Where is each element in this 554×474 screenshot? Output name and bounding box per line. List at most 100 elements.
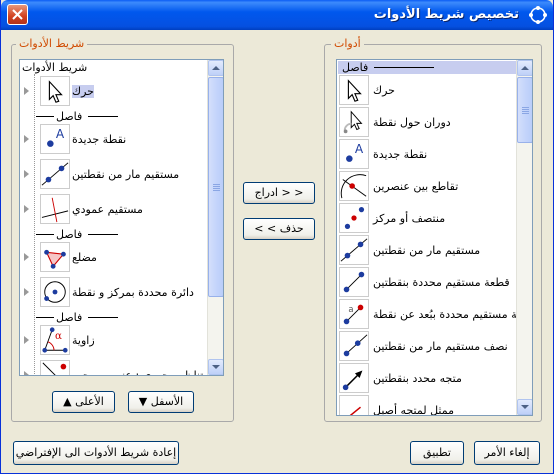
arrow-down-icon: ▼ xyxy=(138,395,148,408)
separator-line xyxy=(88,116,118,117)
tool-icon-box xyxy=(339,107,369,137)
apply-button[interactable]: تطبيق xyxy=(410,441,464,465)
tree-root[interactable]: شريط الأدوات xyxy=(22,61,207,74)
separator-item[interactable]: فاصل xyxy=(338,61,516,74)
toolbar-tool-item[interactable]: دائرة محددة بمركز و نقطة xyxy=(20,276,208,310)
available-tool-item[interactable]: A نقطة جديدة xyxy=(337,139,517,173)
separator-item[interactable]: فاصل xyxy=(36,228,206,241)
svg-text:A: A xyxy=(56,127,65,141)
toolbar-tool-item[interactable]: مضلع xyxy=(20,241,208,275)
tool-label: قطعة مستقيم محددة ببُعد عن نقطة xyxy=(373,308,518,321)
available-tool-item[interactable]: حرك xyxy=(337,75,517,109)
toolbar-groupbox: شريط الأدوات شريط الأدوات حرك فاصل A نقطة ج… xyxy=(11,37,234,422)
tool-icon-box xyxy=(339,75,369,105)
tool-label: حرك xyxy=(373,84,395,97)
tools-legend: أدوات xyxy=(331,37,364,50)
toolbar-tool-item[interactable]: α زاوية xyxy=(20,324,208,358)
expand-arrow-icon[interactable] xyxy=(24,288,29,296)
ray-icon xyxy=(343,334,368,357)
toolbar-tool-item[interactable]: مستقيم عمودي xyxy=(20,193,208,227)
separator-item[interactable]: فاصل xyxy=(36,110,206,123)
perpendicular-line-icon xyxy=(41,197,69,223)
tool-label: مضلع xyxy=(72,251,97,264)
available-tool-item[interactable]: منتصف أو مركز xyxy=(337,203,517,237)
tool-label: مستقيم مار من نقطتين xyxy=(72,168,180,181)
title-bar: تخصيص شريط الأدوات xyxy=(1,0,553,30)
toolbar-tree-content: شريط الأدوات حرك فاصل A نقطة جديدة مستقيم ما… xyxy=(20,60,209,375)
intersect-two-objects-icon xyxy=(340,174,367,199)
separator-label: فاصل xyxy=(56,311,83,324)
tools-list[interactable]: فاصل حرك دوران حول نقطة A نقطة جديدة تقاطع بي… xyxy=(336,59,533,416)
app-icon xyxy=(529,6,547,24)
tools-scrollbar[interactable] xyxy=(516,60,532,415)
tools-items: فاصل حرك دوران حول نقطة A نقطة جديدة تقاطع بي… xyxy=(337,60,518,415)
tool-icon-box xyxy=(40,242,70,272)
tool-label: متجه محدد بنقطتين xyxy=(373,372,462,385)
scroll-up-button[interactable] xyxy=(517,60,532,76)
insert-button[interactable]: < < ادراج xyxy=(243,182,315,204)
scroll-thumb[interactable] xyxy=(517,77,532,143)
tool-label: دائرة محددة بمركز و نقطة xyxy=(72,286,194,299)
available-tool-item[interactable]: دوران حول نقطة xyxy=(337,107,517,141)
toolbar-tool-item[interactable]: A نقطة جديدة xyxy=(20,123,208,157)
tool-label: تقاطع بين عنصرين xyxy=(373,180,459,193)
remove-button-label: حذف > > xyxy=(254,222,304,235)
available-tool-item[interactable]: قطعة مستقيم محددة بنقطتين xyxy=(337,267,517,301)
tool-icon-box xyxy=(40,159,70,189)
toolbar-scrollbar[interactable] xyxy=(207,60,223,375)
tool-icon-box xyxy=(339,203,369,233)
new-point-icon: A xyxy=(346,142,364,162)
move-up-button[interactable]: الأعلى ▲ xyxy=(52,391,115,413)
toolbar-tool-item[interactable]: تناظر محوري : عنصر , محور xyxy=(20,359,208,375)
toolbar-tool-item[interactable]: حرك xyxy=(20,75,208,109)
midpoint-icon xyxy=(344,206,365,230)
separator-line xyxy=(36,234,54,235)
scroll-up-button[interactable] xyxy=(208,60,223,76)
tool-label: نصف مستقيم مار من نقطتين xyxy=(373,340,508,353)
scroll-down-button[interactable] xyxy=(208,359,223,375)
expand-arrow-icon[interactable] xyxy=(24,253,29,261)
expand-arrow-icon[interactable] xyxy=(24,336,29,344)
tool-icon-box xyxy=(339,235,369,265)
available-tool-item[interactable]: نصف مستقيم مار من نقطتين xyxy=(337,331,517,365)
move-down-button[interactable]: الأسفل ▼ xyxy=(128,391,194,413)
tools-groupbox: أدوات فاصل حرك دوران حول نقطة A نقطة جديدة تق… xyxy=(324,37,542,422)
available-tool-item[interactable]: تقاطع بين عنصرين xyxy=(337,171,517,205)
move-up-label: الأعلى xyxy=(75,395,104,408)
expand-arrow-icon[interactable] xyxy=(24,135,29,143)
available-tool-item[interactable]: متجه محدد بنقطتين xyxy=(337,363,517,397)
expand-arrow-icon[interactable] xyxy=(24,205,29,213)
move-arrow-icon xyxy=(48,80,63,103)
tool-icon-box xyxy=(339,171,369,201)
available-tool-item[interactable]: a قطعة مستقيم محددة ببُعد عن نقطة xyxy=(337,299,518,333)
remove-button[interactable]: حذف > > xyxy=(243,218,315,240)
expand-arrow-icon[interactable] xyxy=(24,371,29,375)
move-arrow-icon xyxy=(347,79,362,102)
tool-icon-box xyxy=(339,395,369,415)
separator-item[interactable]: فاصل xyxy=(36,311,206,324)
toolbar-tree[interactable]: شريط الأدوات حرك فاصل A نقطة جديدة مستقيم ما… xyxy=(19,59,224,376)
expand-arrow-icon[interactable] xyxy=(24,87,29,95)
separator-line xyxy=(36,317,54,318)
insert-button-label: < < ادراج xyxy=(254,186,304,199)
tool-label: زاوية xyxy=(72,334,95,347)
tool-icon-box xyxy=(40,194,70,224)
available-tool-item[interactable]: مستقيم مار من نقطتين xyxy=(337,235,517,269)
separator-label: فاصل xyxy=(56,228,83,241)
expand-arrow-icon[interactable] xyxy=(24,170,29,178)
cancel-button[interactable]: إلغاء الأمر xyxy=(474,441,540,465)
toolbar-legend: شريط الأدوات xyxy=(16,37,88,50)
angle-icon: α xyxy=(42,327,68,353)
svg-text:α: α xyxy=(55,330,62,342)
close-button[interactable] xyxy=(7,4,28,25)
scroll-thumb[interactable] xyxy=(208,77,223,297)
tool-label: منتصف أو مركز xyxy=(373,212,446,225)
reset-toolbar-button[interactable]: إعادة شريط الأدوات الى الإفتراضي xyxy=(13,441,179,465)
tool-icon-box xyxy=(339,331,369,361)
toolbar-tool-item[interactable]: مستقيم مار من نقطتين xyxy=(20,158,208,192)
polygon-icon xyxy=(44,249,66,269)
svg-text:a: a xyxy=(348,304,353,314)
available-tool-item[interactable]: ممثل لمتجه أصيل xyxy=(337,395,517,415)
scroll-down-button[interactable] xyxy=(517,399,532,415)
tool-label: تناظر محوري : عنصر , محور xyxy=(72,369,203,375)
